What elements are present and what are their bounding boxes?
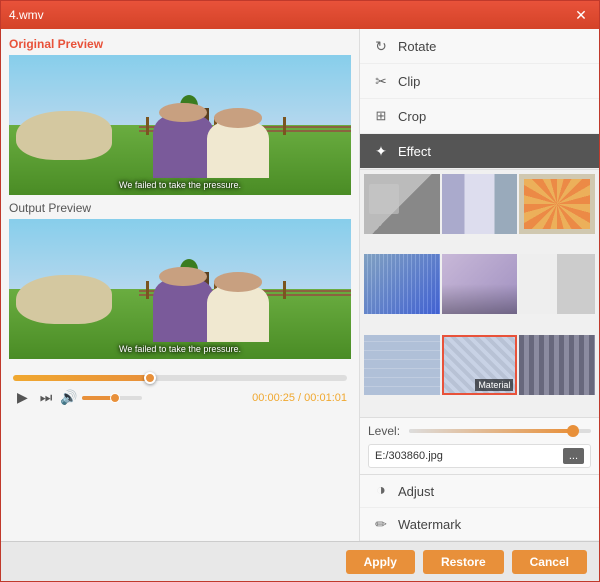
level-row: Level: [368,424,591,438]
effect-thumb-1[interactable] [364,174,440,234]
window-title: 4.wmv [9,8,571,22]
total-time: 00:01:01 [304,392,347,404]
tool-effect[interactable]: ✦ Effect [360,134,599,169]
adjust-label: Adjust [398,484,434,499]
cancel-button[interactable]: Cancel [512,550,587,574]
progress-fill [13,375,150,381]
output-preview-label: Output Preview [9,201,351,215]
output-video-scene: We failed to take the pressure. [9,219,351,359]
tool-rotate[interactable]: ↻ Rotate [360,29,599,64]
level-thumb[interactable] [567,425,579,437]
main-content: Original Preview [1,29,599,541]
watermark-icon: ✏ [372,515,390,533]
output-preview-video: We failed to take the pressure. [9,219,351,359]
progress-bar[interactable] [13,375,347,381]
volume-thumb[interactable] [110,393,120,403]
effect-icon: ✦ [372,142,390,160]
right-panel: ↻ Rotate ✂ Clip ⊞ Crop ✦ Effect [359,29,599,541]
volume-slider[interactable] [82,396,142,400]
output-subtitle: We failed to take the pressure. [119,344,241,354]
person-head-2 [214,108,262,128]
watermark-label: Watermark [398,517,461,532]
current-time: 00:00:25 [252,392,295,404]
out-person-head-2 [214,272,262,292]
out-horse [16,275,112,324]
bottom-tools: ◑ Adjust ✏ Watermark [360,474,599,541]
tool-adjust[interactable]: ◑ Adjust [360,475,599,508]
volume-icon: 🔊 [60,389,77,406]
level-section: Level: E:/303860.jpg ... [360,417,599,474]
effect-thumb-5[interactable] [442,254,518,314]
original-label-text: Original Preview [9,37,103,51]
out-fence-post-1 [146,281,149,299]
progress-area: ▶ ⏭ 🔊 00:00:25 / 00:01:01 [9,369,351,412]
original-video-scene: We failed to take the pressure. [9,55,351,195]
output-label-text: Output Preview [9,201,91,215]
effects-panel: Material Level: [360,170,599,474]
title-bar: 4.wmv ✕ [1,1,599,29]
clip-icon: ✂ [372,72,390,90]
browse-button[interactable]: ... [563,448,584,464]
level-fill [409,429,573,433]
out-person-white [207,286,269,342]
level-label: Level: [368,424,403,438]
tool-watermark[interactable]: ✏ Watermark [360,508,599,541]
person-hijab [153,115,215,178]
fence-post-5 [283,117,286,135]
playback-controls: ▶ ⏭ 🔊 00:00:25 / 00:01:01 [13,387,347,408]
crop-label: Crop [398,109,426,124]
time-display: 00:00:25 / 00:01:01 [252,392,347,404]
restore-button[interactable]: Restore [423,550,504,574]
original-subtitle: We failed to take the pressure. [119,180,241,190]
original-preview-video: We failed to take the pressure. [9,55,351,195]
effect-thumb-9[interactable] [519,335,595,395]
fence-post-1 [146,117,149,135]
adjust-icon: ◑ [372,482,390,500]
effect-thumb-2[interactable] [442,174,518,234]
progress-thumb[interactable] [144,372,156,384]
crop-icon: ⊞ [372,107,390,125]
apply-button[interactable]: Apply [346,550,415,574]
tool-crop[interactable]: ⊞ Crop [360,99,599,134]
rotate-icon: ↻ [372,37,390,55]
close-button[interactable]: ✕ [571,5,591,25]
tool-clip[interactable]: ✂ Clip [360,64,599,99]
play-button[interactable]: ▶ [13,387,32,408]
effect-label: Effect [398,144,431,159]
tool-menu: ↻ Rotate ✂ Clip ⊞ Crop ✦ Effect [360,29,599,170]
main-window: 4.wmv ✕ Original Preview [0,0,600,582]
effect-thumb-4[interactable] [364,254,440,314]
effect-material-label: Material [475,379,513,391]
out-fence-post-5 [283,281,286,299]
person-white [207,122,269,178]
effect-thumb-8[interactable]: Material [442,335,518,395]
original-preview-label: Original Preview [9,37,351,51]
clip-label: Clip [398,74,420,89]
effect-thumb-7[interactable] [364,335,440,395]
effects-grid: Material [360,170,599,417]
effect-thumb-6[interactable] [519,254,595,314]
out-person-hijab [153,279,215,342]
level-slider[interactable] [409,429,591,433]
rotate-label: Rotate [398,39,436,54]
effect-thumb-3[interactable] [519,174,595,234]
file-path-text: E:/303860.jpg [375,450,559,462]
next-frame-button[interactable]: ⏭ [36,387,57,408]
footer: Apply Restore Cancel [1,541,599,581]
horse [16,111,112,160]
file-path-row: E:/303860.jpg ... [368,444,591,468]
left-panel: Original Preview [1,29,359,541]
